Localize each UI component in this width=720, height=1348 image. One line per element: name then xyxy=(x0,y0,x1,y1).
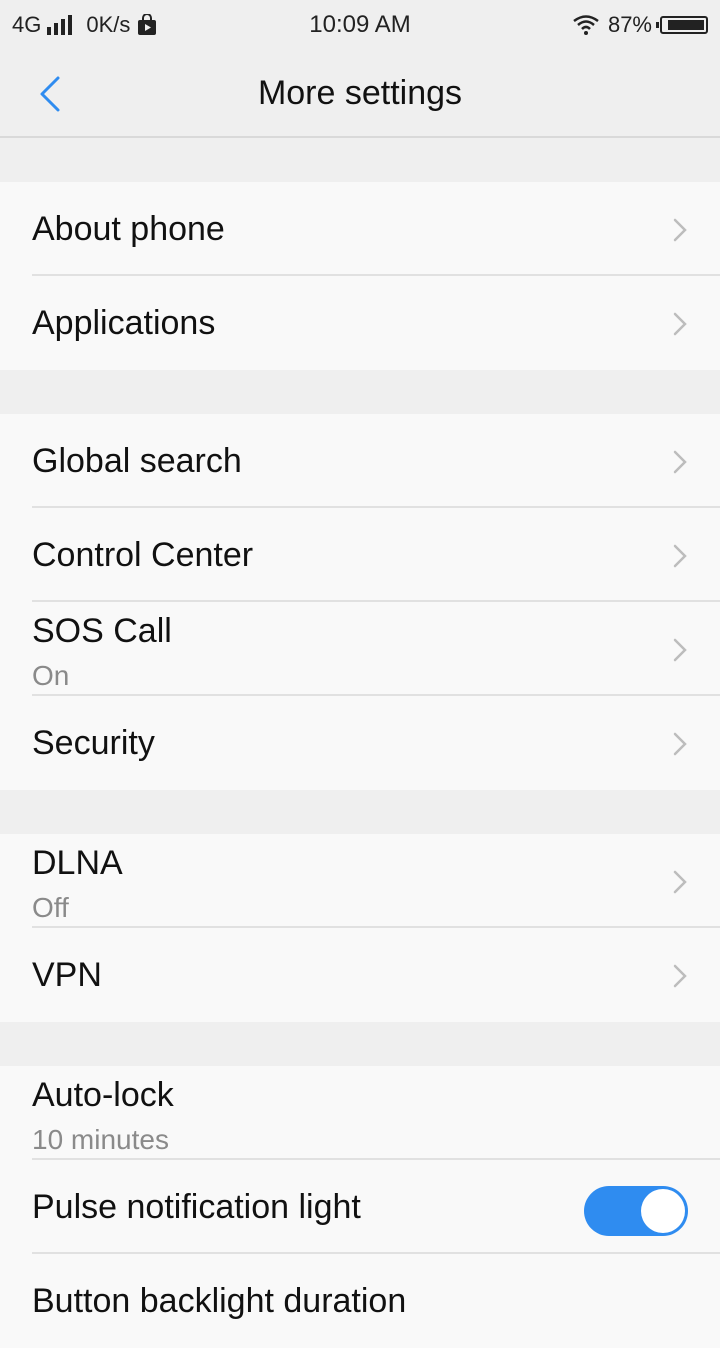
page-title: More settings xyxy=(257,74,463,112)
status-bar: 4G 0K/s 10:09 AM 87% xyxy=(0,0,720,50)
chevron-right-icon xyxy=(673,450,687,474)
setting-value: On xyxy=(32,660,70,691)
section-gap xyxy=(0,1022,720,1066)
pulse-light-toggle[interactable] xyxy=(584,1186,688,1236)
setting-label: Button backlight duration xyxy=(32,1282,407,1320)
settings-list: About phone Applications Global search C… xyxy=(0,138,720,1348)
status-right: 87% xyxy=(572,12,708,38)
setting-label: Security xyxy=(32,724,155,762)
setting-label: Auto-lock xyxy=(32,1076,174,1114)
setting-vpn[interactable]: VPN xyxy=(32,928,720,1022)
battery-icon xyxy=(656,16,708,34)
setting-pulse-notification-light[interactable]: Pulse notification light xyxy=(32,1160,720,1254)
chevron-right-icon xyxy=(673,312,687,336)
setting-value: Off xyxy=(32,892,69,923)
section-gap xyxy=(0,138,720,182)
setting-button-backlight-duration[interactable]: Button backlight duration xyxy=(32,1254,720,1348)
setting-security[interactable]: Security xyxy=(32,696,720,790)
title-bar: More settings xyxy=(0,50,720,138)
settings-group-system: Global search Control Center SOS Call On… xyxy=(0,414,720,790)
setting-label: Applications xyxy=(32,304,216,342)
wifi-icon xyxy=(573,15,599,35)
settings-group-device: About phone Applications xyxy=(0,182,720,370)
setting-applications[interactable]: Applications xyxy=(32,276,720,370)
section-gap xyxy=(0,790,720,834)
setting-label: DLNA xyxy=(32,844,123,882)
section-gap xyxy=(0,370,720,414)
chevron-right-icon xyxy=(673,732,687,756)
setting-dlna[interactable]: DLNA Off xyxy=(32,834,720,928)
setting-label: Control Center xyxy=(32,536,254,574)
setting-sos-call[interactable]: SOS Call On xyxy=(32,602,720,696)
setting-about-phone[interactable]: About phone xyxy=(32,182,720,276)
chevron-right-icon xyxy=(673,870,687,894)
chevron-right-icon xyxy=(673,218,687,242)
settings-group-network: DLNA Off VPN xyxy=(0,834,720,1022)
settings-group-display: Auto-lock 10 minutes Pulse notification … xyxy=(0,1066,720,1348)
battery-percent: 87% xyxy=(607,12,652,37)
setting-label: About phone xyxy=(32,210,225,248)
setting-control-center[interactable]: Control Center xyxy=(32,508,720,602)
chevron-right-icon xyxy=(673,638,687,662)
chevron-right-icon xyxy=(673,544,687,568)
setting-label: SOS Call xyxy=(32,612,172,650)
setting-label: VPN xyxy=(32,956,102,994)
chevron-right-icon xyxy=(673,964,687,988)
setting-value: 10 minutes xyxy=(32,1124,169,1155)
setting-label: Pulse notification light xyxy=(32,1188,361,1226)
toggle-knob xyxy=(641,1189,685,1233)
setting-auto-lock[interactable]: Auto-lock 10 minutes xyxy=(32,1066,720,1160)
setting-label: Global search xyxy=(32,442,242,480)
setting-global-search[interactable]: Global search xyxy=(32,414,720,508)
